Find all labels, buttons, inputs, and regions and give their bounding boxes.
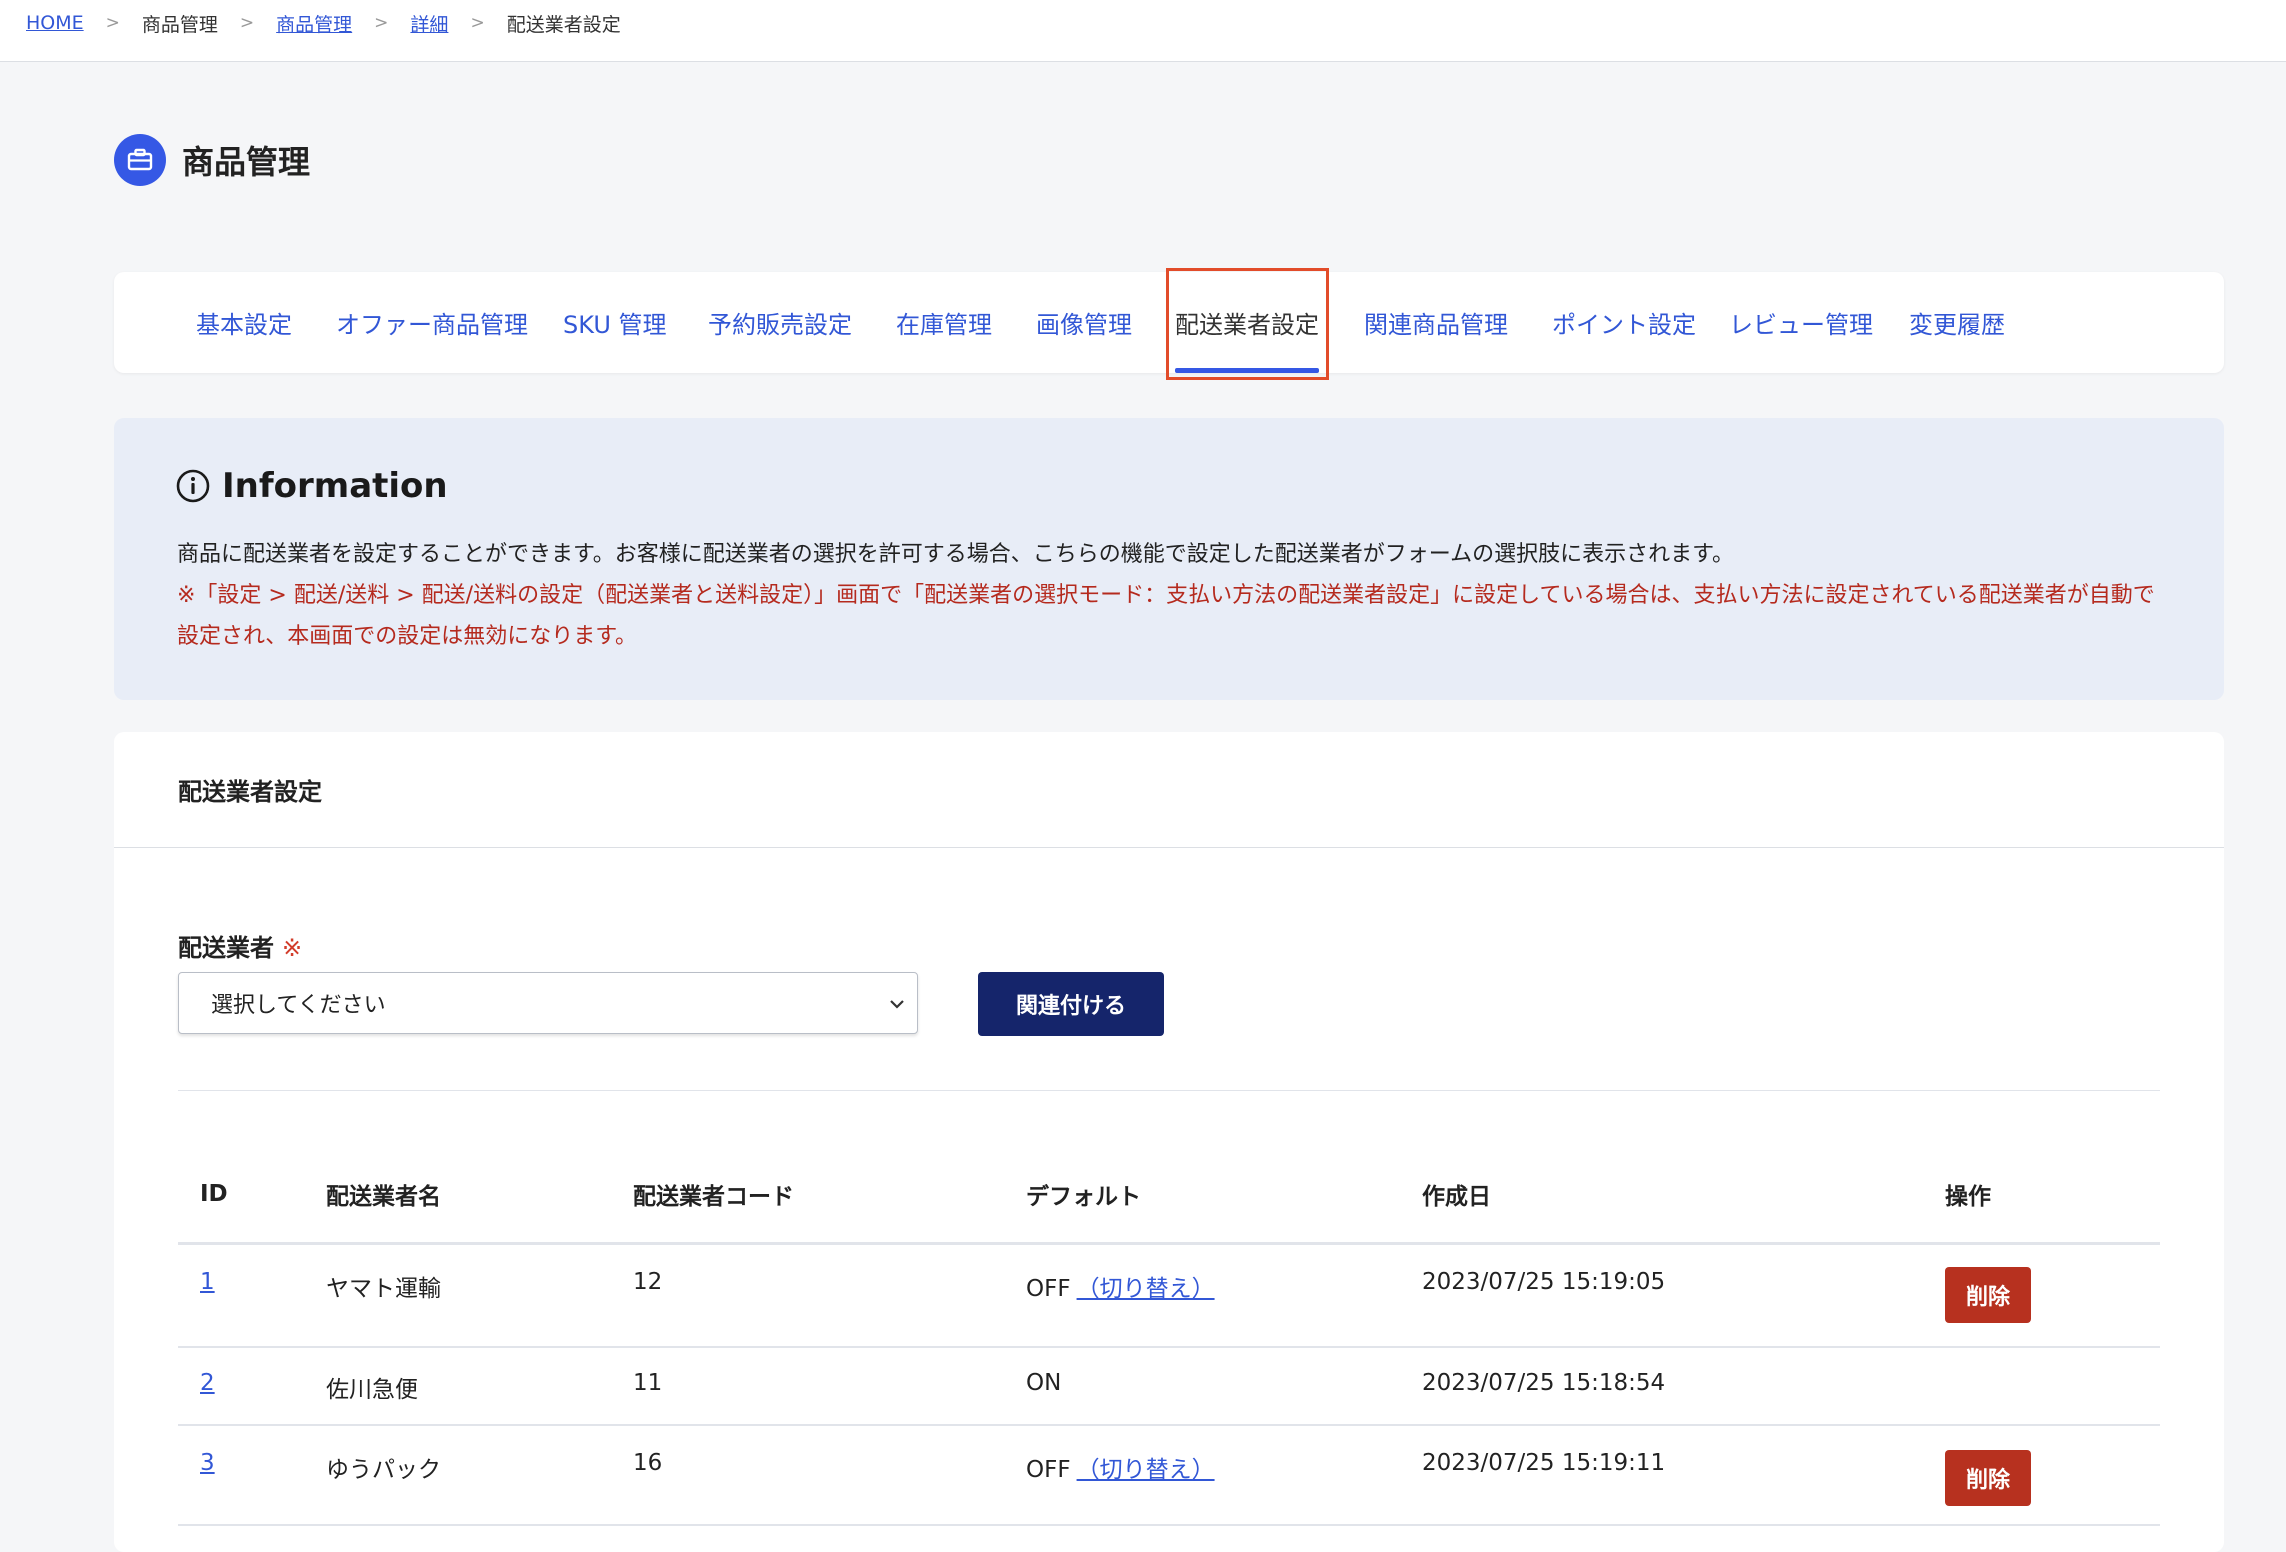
- section-title: 配送業者設定: [178, 778, 322, 806]
- row-id-link[interactable]: 3: [200, 1450, 215, 1476]
- information-title: Information: [222, 466, 448, 506]
- row-created-date: 2023/07/25 15:19:11: [1422, 1450, 1666, 1476]
- toggle-default-link[interactable]: （切り替え）: [1077, 1457, 1215, 1483]
- carrier-field-label: 配送業者 ※: [178, 928, 302, 963]
- information-warning: ※「設定 > 配送/送料 > 配送/送料の設定（配送業者と送料設定）」画面で「配…: [177, 583, 2155, 649]
- tab-images[interactable]: 画像管理: [1036, 272, 1132, 373]
- chevron-down-icon: [890, 1000, 904, 1009]
- row-created-date: 2023/07/25 15:19:05: [1422, 1269, 1666, 1295]
- tab-review-management[interactable]: レビュー管理: [1729, 272, 1873, 373]
- information-heading: Information: [176, 466, 448, 506]
- delete-button[interactable]: 削除: [1945, 1450, 2031, 1506]
- breadcrumb-product-management-link[interactable]: 商品管理: [276, 10, 352, 37]
- column-header-code: 配送業者コード: [633, 1184, 794, 1210]
- breadcrumb-detail-link[interactable]: 詳細: [410, 10, 448, 37]
- page-title: 商品管理: [182, 143, 311, 181]
- default-status-value: OFF: [1026, 1276, 1071, 1302]
- active-tab-highlight-box: [1166, 268, 1329, 380]
- tab-related-products[interactable]: 関連商品管理: [1364, 272, 1508, 373]
- toggle-default-link[interactable]: （切り替え）: [1077, 1276, 1215, 1302]
- row-id-link[interactable]: 2: [200, 1370, 215, 1396]
- table-row: 2 佐川急便 11 ON 2023/07/25 15:18:54: [178, 1348, 2160, 1426]
- carrier-select-value: 選択してください: [211, 993, 386, 1018]
- column-header-default: デフォルト: [1026, 1184, 1141, 1210]
- row-carrier-code: 11: [633, 1370, 663, 1396]
- breadcrumb: HOME > 商品管理 > 商品管理 > 詳細 > 配送業者設定: [26, 8, 621, 38]
- table-row: 3 ゆうパック 16 OFF （切り替え） 2023/07/25 15:19:11…: [178, 1426, 2160, 1526]
- column-header-id: ID: [200, 1181, 228, 1207]
- row-default-status: ON: [1026, 1370, 1062, 1396]
- delete-button[interactable]: 削除: [1945, 1267, 2031, 1323]
- column-header-name: 配送業者名: [326, 1184, 441, 1210]
- row-created-date: 2023/07/25 15:18:54: [1422, 1370, 1666, 1396]
- information-body: 商品に配送業者を設定することができます。お客様に配送業者の選択を許可する場合、こ…: [177, 534, 2167, 657]
- row-carrier-name: ヤマト運輸: [326, 1276, 441, 1302]
- breadcrumb-current: 配送業者設定: [506, 13, 621, 36]
- column-header-created: 作成日: [1422, 1184, 1491, 1210]
- row-carrier-name: 佐川急便: [326, 1377, 418, 1403]
- tab-sku-management[interactable]: SKU 管理: [563, 272, 667, 373]
- breadcrumb-item-product-management: 商品管理: [141, 13, 218, 36]
- row-default-status: OFF （切り替え）: [1026, 1450, 1215, 1484]
- tab-point-settings[interactable]: ポイント設定: [1552, 272, 1696, 373]
- tab-change-history[interactable]: 変更履歴: [1909, 272, 2005, 373]
- row-carrier-name: ゆうパック: [326, 1457, 441, 1483]
- carrier-label-text: 配送業者: [178, 934, 274, 962]
- tab-preorder-settings[interactable]: 予約販売設定: [708, 272, 852, 373]
- breadcrumb-separator: >: [470, 13, 485, 33]
- tab-offer-products[interactable]: オファー商品管理: [336, 272, 528, 373]
- breadcrumb-separator: >: [105, 13, 120, 33]
- section-divider: [178, 1090, 2160, 1091]
- tab-inventory[interactable]: 在庫管理: [896, 272, 992, 373]
- row-default-status: OFF （切り替え）: [1026, 1269, 1215, 1303]
- card-header: 配送業者設定: [114, 732, 2224, 848]
- row-id-link[interactable]: 1: [200, 1269, 215, 1295]
- information-description: 商品に配送業者を設定することができます。お客様に配送業者の選択を許可する場合、こ…: [177, 542, 1734, 567]
- column-header-action: 操作: [1945, 1184, 1991, 1210]
- breadcrumb-separator: >: [239, 13, 255, 33]
- breadcrumb-home-link[interactable]: HOME: [26, 12, 84, 34]
- information-panel: Information 商品に配送業者を設定することができます。お客様に配送業者…: [114, 418, 2224, 700]
- default-status-value: OFF: [1026, 1457, 1071, 1483]
- row-carrier-code: 16: [633, 1450, 663, 1476]
- briefcase-icon: [114, 134, 166, 186]
- required-mark: ※: [282, 934, 303, 962]
- info-icon: [176, 469, 210, 503]
- breadcrumb-separator: >: [374, 13, 389, 33]
- table-row: 1 ヤマト運輸 12 OFF （切り替え） 2023/07/25 15:19:05…: [178, 1245, 2160, 1348]
- associate-button[interactable]: 関連付ける: [978, 972, 1164, 1036]
- shipping-carrier-settings-card: 配送業者設定 配送業者 ※ 選択してください 関連付ける ID 配送業者名 配送業…: [114, 732, 2224, 1552]
- carrier-select[interactable]: 選択してください: [178, 972, 918, 1034]
- row-carrier-code: 12: [633, 1269, 663, 1295]
- page-header: 商品管理: [114, 134, 310, 186]
- tab-basic-settings[interactable]: 基本設定: [196, 272, 292, 373]
- top-bar: HOME > 商品管理 > 商品管理 > 詳細 > 配送業者設定: [0, 0, 2286, 62]
